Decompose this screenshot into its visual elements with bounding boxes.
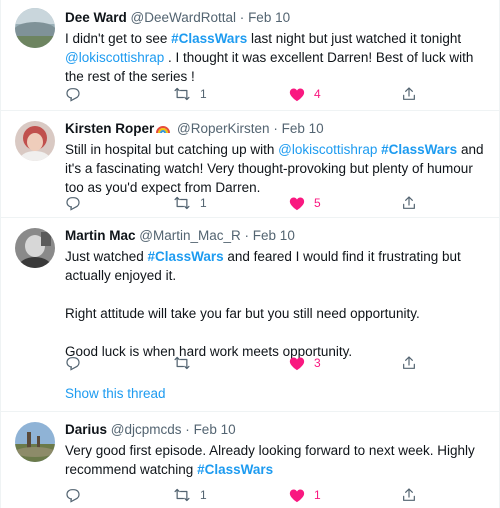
like-button[interactable]: 5 [289,193,321,213]
share-icon [403,488,415,501]
tweet-header: Martin Mac @Martin_Mac_R · Feb 10 [65,227,487,245]
share-icon [403,196,415,209]
tweet-body: Martin Mac @Martin_Mac_R · Feb 10 Just w… [65,227,487,361]
author-handle[interactable]: @DeeWardRottal [131,10,237,25]
tweet-actions: 1 5 [65,193,487,213]
hashtag-link[interactable]: #ClassWars [197,462,273,477]
tweet-paragraph: Right attitude will take you far but you… [65,306,420,321]
retweet-button[interactable] [173,353,200,373]
share-icon [403,356,415,369]
author-name[interactable]: Martin Mac [65,228,136,243]
share-button[interactable] [401,485,417,505]
like-button[interactable]: 1 [289,485,321,505]
tweet[interactable]: Kirsten Roper @RoperKirsten · Feb 10 Sti… [1,111,499,218]
tweet-date[interactable]: Feb 10 [248,10,290,25]
retweet-count: 1 [200,488,207,502]
tweet-body: Dee Ward @DeeWardRottal · Feb 10 I didn'… [65,9,487,86]
retweet-button[interactable]: 1 [173,485,207,505]
tweet-header: Darius @djcpmcds · Feb 10 [65,421,487,439]
avatar[interactable] [15,121,55,161]
author-name[interactable]: Kirsten Roper [65,121,154,136]
hashtag-link[interactable]: #ClassWars [171,31,247,46]
like-button[interactable]: 3 [289,353,321,373]
retweet-icon [174,196,190,210]
tweet-date[interactable]: Feb 10 [282,121,324,136]
like-count: 5 [314,196,321,210]
reply-icon [66,88,80,102]
separator: · [239,10,245,25]
heart-filled-icon [289,88,305,101]
tweet-paragraph: Just watched #ClassWars and feared I wou… [65,247,487,285]
mention-link[interactable]: @lokiscottishrap [65,50,164,65]
author-handle[interactable]: @RoperKirsten [177,121,270,136]
author-handle[interactable]: @Martin_Mac_R [139,228,240,243]
reply-icon [66,357,80,371]
retweet-button[interactable]: 1 [173,84,207,104]
rainbow-emoji [156,126,171,134]
tweet[interactable]: Dee Ward @DeeWardRottal · Feb 10 I didn'… [1,0,499,111]
heart-filled-icon [289,357,305,370]
retweet-count: 1 [200,196,207,210]
tweet-text: Very good first episode. Already looking… [65,441,487,479]
tweet-actions: 3 [65,353,487,373]
text-segment: I didn't get to see [65,31,172,46]
tweet[interactable]: Martin Mac @Martin_Mac_R · Feb 10 Just w… [1,218,499,412]
author-name[interactable]: Darius [65,422,107,437]
avatar[interactable] [15,8,55,48]
separator: · [273,121,278,136]
share-button[interactable] [401,84,417,104]
tweet-body: Kirsten Roper @RoperKirsten · Feb 10 Sti… [65,120,487,197]
share-icon [403,87,415,100]
tweet-actions: 1 1 [65,485,487,505]
tweet-text: I didn't get to see #ClassWars last nigh… [65,29,487,86]
reply-button[interactable] [65,353,81,373]
avatar[interactable] [15,228,55,268]
separator: · [244,228,250,243]
tweet-feed: Dee Ward @DeeWardRottal · Feb 10 I didn'… [0,0,500,508]
share-button[interactable] [401,193,417,213]
tweet-text: Still in hospital but catching up with @… [65,140,487,197]
mention-link[interactable]: @lokiscottishrap [278,142,377,157]
text-segment: Still in hospital but catching up with [65,142,279,157]
text-segment: last night but just watched it tonight [247,31,462,46]
tweet-body: Darius @djcpmcds · Feb 10 Very good firs… [65,421,487,479]
retweet-icon [174,87,190,101]
separator: · [185,422,190,437]
tweet-date[interactable]: Feb 10 [194,422,236,437]
tweet-text: Just watched #ClassWars and feared I wou… [65,247,487,361]
tweet[interactable]: Darius @djcpmcds · Feb 10 Very good firs… [1,412,499,508]
like-count: 3 [314,356,321,370]
reply-icon [66,197,80,211]
retweet-button[interactable]: 1 [173,193,207,213]
share-button[interactable] [401,353,417,373]
text-segment: Just watched [65,249,148,264]
tweet-date[interactable]: Feb 10 [253,228,295,243]
retweet-count: 1 [200,87,207,101]
avatar[interactable] [15,422,55,462]
reply-button[interactable] [65,193,81,213]
tweet-header: Kirsten Roper @RoperKirsten · Feb 10 [65,120,487,138]
author-name[interactable]: Dee Ward [65,10,127,25]
hashtag-link[interactable]: #ClassWars [148,249,224,264]
reply-icon [66,489,80,503]
like-count: 1 [314,488,321,502]
retweet-icon [174,488,190,502]
heart-filled-icon [289,197,305,210]
like-count: 4 [314,87,321,101]
tweet-actions: 1 4 [65,84,487,104]
author-handle[interactable]: @djcpmcds [111,422,182,437]
reply-button[interactable] [65,84,81,104]
hashtag-link[interactable]: #ClassWars [381,142,457,157]
heart-filled-icon [289,489,305,502]
retweet-icon [174,356,190,370]
like-button[interactable]: 4 [289,84,321,104]
tweet-header: Dee Ward @DeeWardRottal · Feb 10 [65,9,487,27]
reply-button[interactable] [65,485,81,505]
show-thread-link[interactable]: Show this thread [65,386,166,401]
